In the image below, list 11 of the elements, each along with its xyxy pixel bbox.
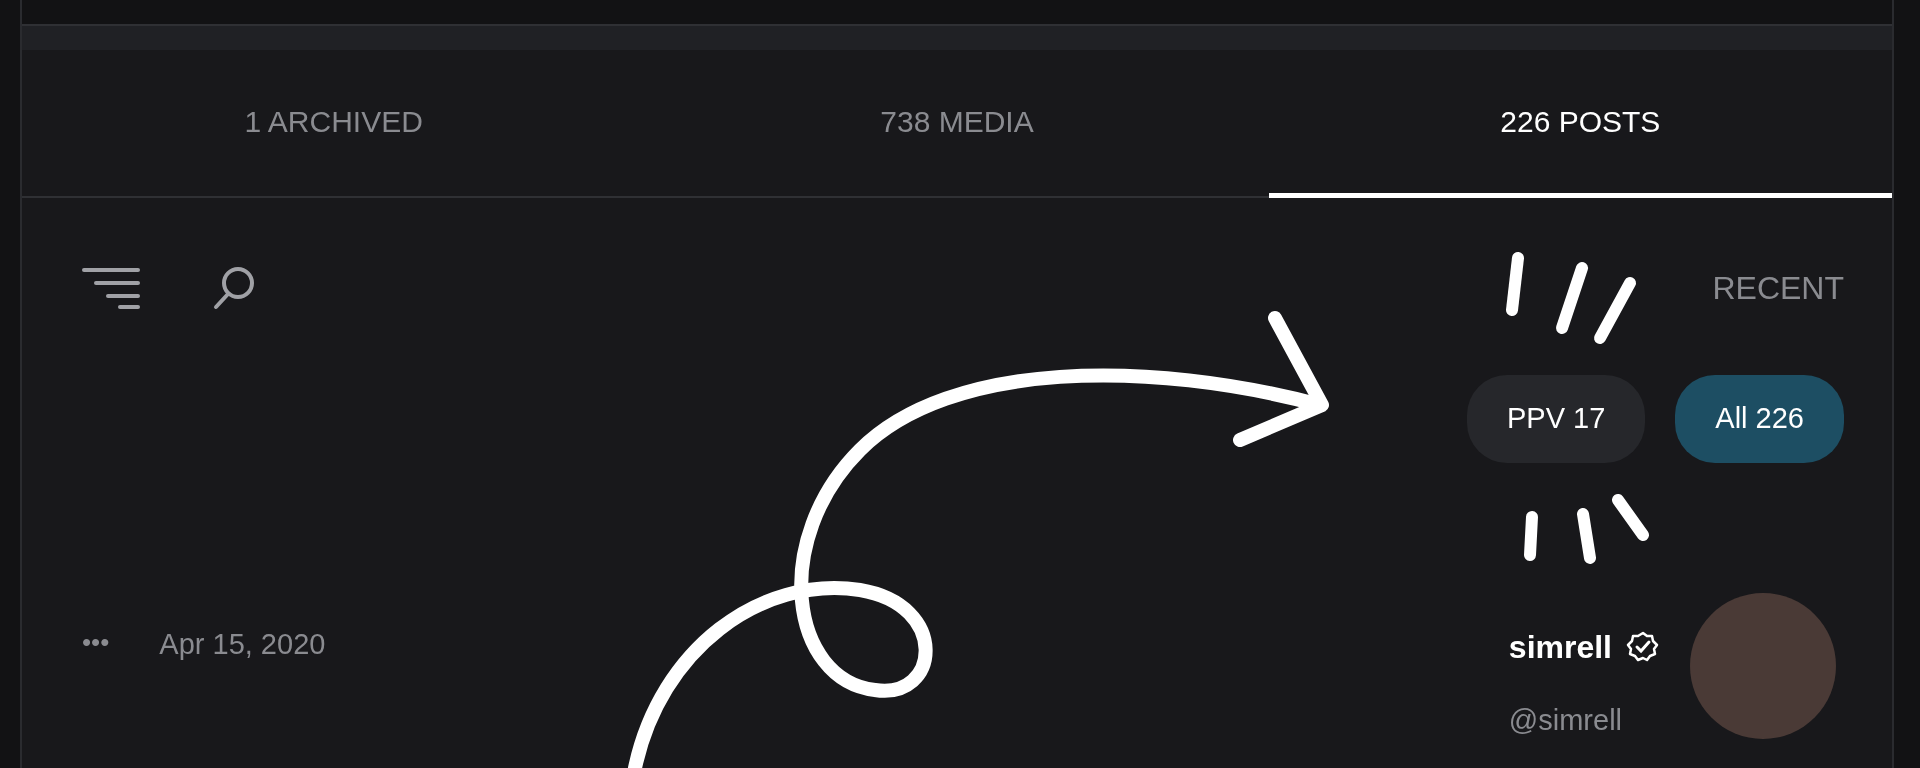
section-label: RECENT xyxy=(1712,269,1844,308)
author-handle: @simrell xyxy=(1508,702,1624,738)
more-button[interactable]: ••• xyxy=(82,622,110,662)
filter-chip[interactable]: All 226 xyxy=(1675,375,1844,463)
profile-tab[interactable]: 738 MEDIA xyxy=(645,50,1269,198)
author-name[interactable]: simrell xyxy=(1508,622,1612,671)
filter-chip[interactable]: PPV 17 xyxy=(1467,375,1646,463)
profile-tab[interactable]: 226 POSTS xyxy=(1268,50,1892,198)
post-date: Apr 15, 2020 xyxy=(159,626,326,662)
filter-icon[interactable] xyxy=(82,266,140,310)
profile-tab[interactable]: 1 ARCHIVED xyxy=(22,50,646,198)
